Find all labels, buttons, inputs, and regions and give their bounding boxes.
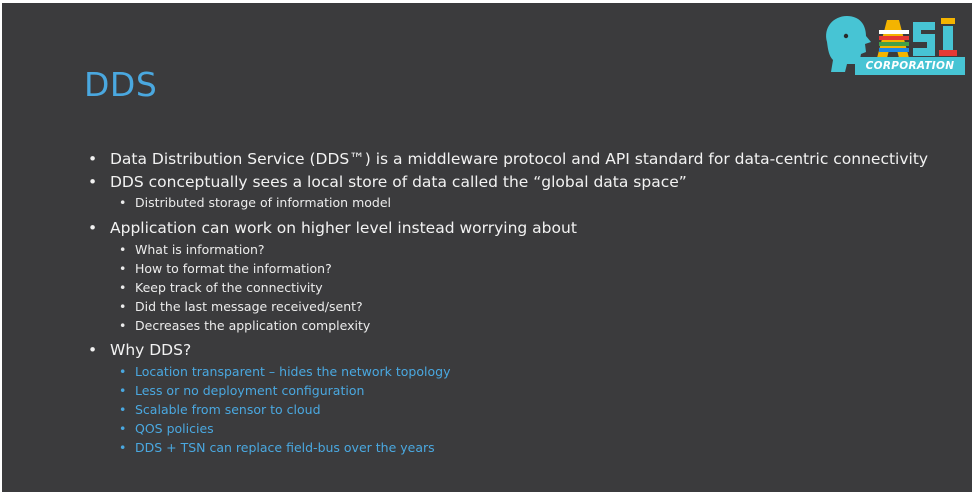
bullet-list: • Data Distribution Service (DDS™) is a … — [88, 150, 948, 462]
sub-bullet-text: QOS policies — [135, 421, 214, 436]
sub-bullet-dot-icon: • — [119, 318, 127, 333]
sub-bullet-item: • Location transparent – hides the netwo… — [119, 362, 948, 381]
bullet-text: Data Distribution Service (DDS™) is a mi… — [110, 150, 929, 168]
sub-bullet-text: Location transparent – hides the network… — [135, 364, 451, 379]
sub-bullet-dot-icon: • — [119, 195, 127, 210]
sub-bullet-dot-icon: • — [119, 364, 127, 379]
sub-bullet-item: • How to format the information? — [119, 259, 948, 278]
sub-bullet-item: • Distributed storage of information mod… — [119, 193, 948, 212]
logo-corporation-text: CORPORATION — [855, 57, 965, 75]
sub-bullet-dot-icon: • — [119, 299, 127, 314]
bullet-text: DDS conceptually sees a local store of d… — [110, 173, 687, 191]
bullet-dot-icon: • — [88, 219, 98, 237]
bullet-item: • Data Distribution Service (DDS™) is a … — [88, 150, 948, 168]
bullet-item: • Why DDS? — [88, 341, 948, 359]
casi-corporation-logo: CORPORATION — [819, 12, 965, 76]
bullet-dot-icon: • — [88, 150, 98, 168]
sub-bullet-item: • What is information? — [119, 240, 948, 259]
sub-bullet-text: Scalable from sensor to cloud — [135, 402, 321, 417]
sub-bullet-item: • Scalable from sensor to cloud — [119, 400, 948, 419]
sub-bullet-item: • Decreases the application complexity — [119, 316, 948, 335]
sub-bullet-list: • Location transparent – hides the netwo… — [88, 362, 948, 457]
sub-bullet-item: • Less or no deployment configuration — [119, 381, 948, 400]
sub-bullet-dot-icon: • — [119, 242, 127, 257]
sub-bullet-item: • QOS policies — [119, 419, 948, 438]
sub-bullet-dot-icon: • — [119, 261, 127, 276]
sub-bullet-dot-icon: • — [119, 440, 127, 455]
sub-bullet-text: How to format the information? — [135, 261, 332, 276]
sub-bullet-text: Distributed storage of information model — [135, 195, 391, 210]
sub-bullet-dot-icon: • — [119, 280, 127, 295]
sub-bullet-text: Less or no deployment configuration — [135, 383, 365, 398]
slide: CORPORATION DDS • Data Distribution Serv… — [2, 3, 972, 492]
bullet-item: • DDS conceptually sees a local store of… — [88, 173, 948, 191]
sub-bullet-item: • DDS + TSN can replace field-bus over t… — [119, 438, 948, 457]
sub-bullet-list: • What is information? • How to format t… — [88, 240, 948, 335]
sub-bullet-text: Did the last message received/sent? — [135, 299, 363, 314]
bullet-dot-icon: • — [88, 173, 98, 191]
slide-title: DDS — [84, 65, 158, 104]
bullet-item: • Application can work on higher level i… — [88, 219, 948, 237]
bullet-dot-icon: • — [88, 341, 98, 359]
presentation-viewer: CORPORATION DDS • Data Distribution Serv… — [0, 0, 976, 495]
sub-bullet-text: DDS + TSN can replace field-bus over the… — [135, 440, 435, 455]
bullet-text: Application can work on higher level ins… — [110, 219, 577, 237]
sub-bullet-list: • Distributed storage of information mod… — [88, 193, 948, 212]
sub-bullet-item: • Keep track of the connectivity — [119, 278, 948, 297]
sub-bullet-text: Keep track of the connectivity — [135, 280, 323, 295]
sub-bullet-dot-icon: • — [119, 402, 127, 417]
sub-bullet-text: What is information? — [135, 242, 265, 257]
sub-bullet-item: • Did the last message received/sent? — [119, 297, 948, 316]
sub-bullet-dot-icon: • — [119, 421, 127, 436]
bullet-text: Why DDS? — [110, 341, 192, 359]
sub-bullet-text: Decreases the application complexity — [135, 318, 371, 333]
sub-bullet-dot-icon: • — [119, 383, 127, 398]
